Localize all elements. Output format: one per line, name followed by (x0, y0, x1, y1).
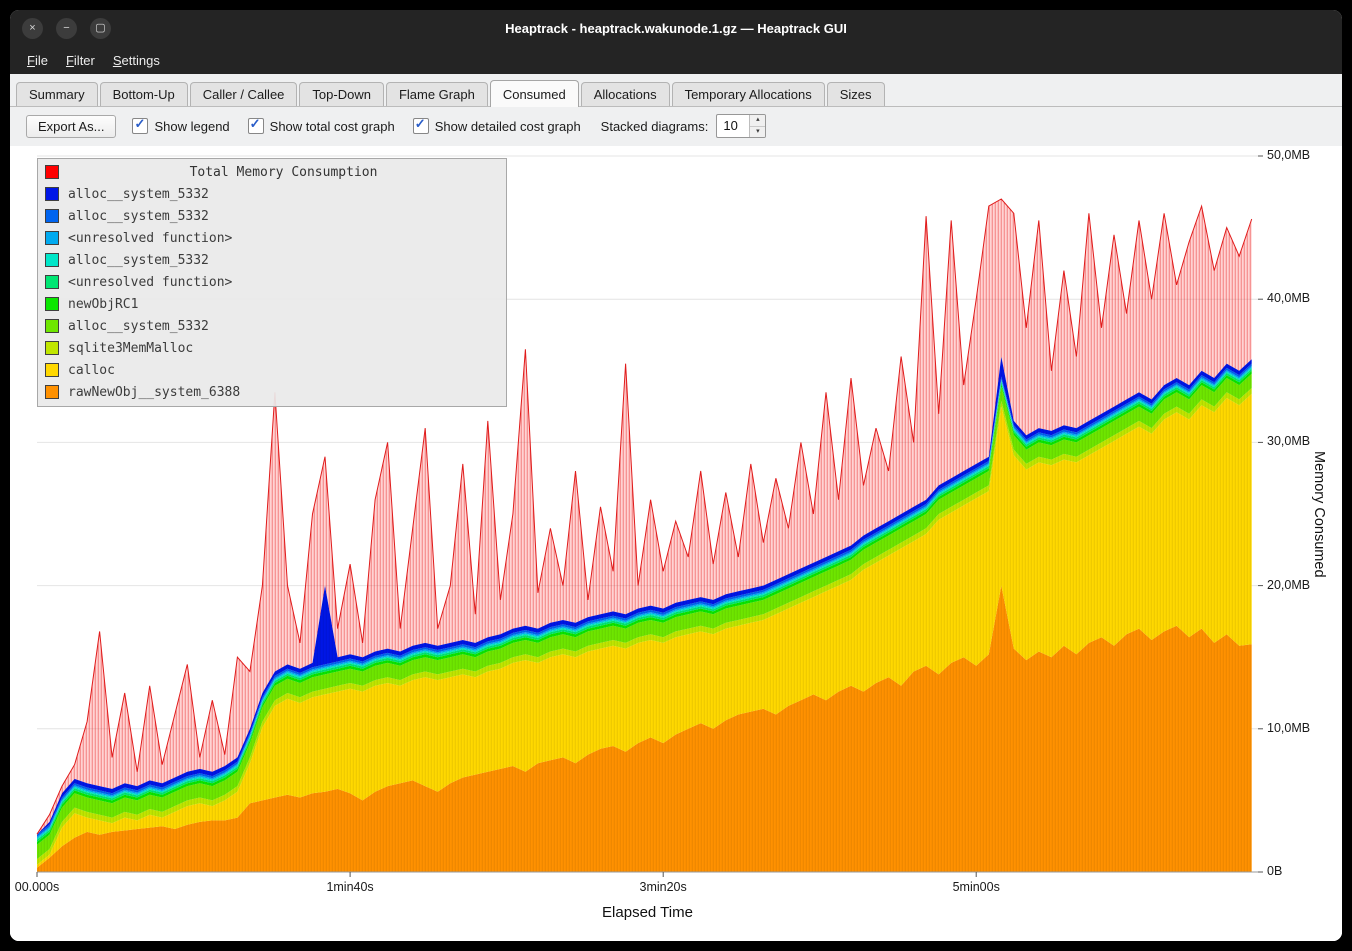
checkbox-show-detailed-cost-graph[interactable]: ✓ Show detailed cost graph (413, 118, 581, 134)
tab-consumed[interactable]: Consumed (490, 80, 579, 107)
heaptrack-window: × − ▢ Heaptrack - heaptrack.wakunode.1.g… (10, 10, 1342, 941)
checkbox-show-total-cost-graph[interactable]: ✓ Show total cost graph (248, 118, 395, 134)
toolbar: Export As... ✓ Show legend ✓ Show total cos… (10, 107, 1342, 146)
checkbox-box[interactable]: ✓ (248, 118, 264, 134)
y-axis-title: Memory Consumed (1311, 156, 1327, 872)
legend-swatch (45, 341, 59, 355)
tab-sizes[interactable]: Sizes (827, 82, 885, 106)
legend-entry: alloc__system_5332 (38, 249, 506, 271)
y-axis-tick-label: 50,0MB (1267, 148, 1310, 162)
legend-entry: <unresolved function> (38, 271, 506, 293)
legend-swatch (45, 385, 59, 399)
main-content: SummaryBottom-UpCaller / CalleeTop-DownF… (10, 74, 1342, 941)
legend-swatch (45, 253, 59, 267)
y-axis-tick-label: 40,0MB (1267, 291, 1310, 305)
chart-legend: Total Memory Consumption alloc__system_53… (37, 158, 507, 407)
check-icon: ✓ (415, 116, 426, 132)
legend-label: sqlite3MemMalloc (68, 341, 193, 356)
tab-bar: SummaryBottom-UpCaller / CalleeTop-DownF… (10, 74, 1342, 107)
window-title: Heaptrack - heaptrack.wakunode.1.gz — He… (10, 10, 1342, 47)
checkbox-label: Show detailed cost graph (435, 119, 581, 134)
menu-bar: FileFilterSettings (10, 47, 1342, 74)
legend-label: rawNewObj__system_6388 (68, 385, 240, 400)
tab-allocations[interactable]: Allocations (581, 82, 670, 106)
legend-swatch (45, 297, 59, 311)
legend-entry: rawNewObj__system_6388 (38, 381, 506, 403)
spin-down-button[interactable]: ▾ (750, 127, 765, 138)
legend-entry: alloc__system_5332 (38, 183, 506, 205)
legend-swatch (45, 231, 59, 245)
legend-label: <unresolved function> (68, 231, 232, 246)
legend-swatch (45, 363, 59, 377)
y-axis-tick-label: 0B (1267, 864, 1282, 878)
legend-swatch (45, 319, 59, 333)
legend-swatch (45, 187, 59, 201)
check-icon: ✓ (134, 116, 145, 132)
legend-entry: newObjRC1 (38, 293, 506, 315)
legend-entry: alloc__system_5332 (38, 315, 506, 337)
checkbox-group: ✓ Show legend ✓ Show total cost graph ✓ Show … (132, 118, 580, 134)
spin-buttons: ▴ ▾ (749, 115, 765, 137)
legend-label: alloc__system_5332 (68, 319, 209, 334)
menu-settings[interactable]: Settings (104, 49, 169, 72)
checkbox-box[interactable]: ✓ (413, 118, 429, 134)
tab-temporary-allocations[interactable]: Temporary Allocations (672, 82, 825, 106)
x-axis-tick-label: 00.000s (10, 880, 82, 894)
legend-label: Total Memory Consumption (68, 165, 499, 180)
tab-summary[interactable]: Summary (16, 82, 98, 106)
legend-swatch (45, 209, 59, 223)
legend-label: alloc__system_5332 (68, 253, 209, 268)
checkbox-label: Show total cost graph (270, 119, 395, 134)
titlebar[interactable]: × − ▢ Heaptrack - heaptrack.wakunode.1.g… (10, 10, 1342, 47)
legend-label: calloc (68, 363, 115, 378)
legend-label: newObjRC1 (68, 297, 138, 312)
checkbox-label: Show legend (154, 119, 229, 134)
legend-label: alloc__system_5332 (68, 209, 209, 224)
check-icon: ✓ (250, 116, 261, 132)
x-axis-title: Elapsed Time (37, 904, 1258, 921)
menu-filter[interactable]: Filter (57, 49, 104, 72)
x-axis-tick-label: 3min20s (618, 880, 708, 894)
y-axis-tick-label: 30,0MB (1267, 434, 1310, 448)
stacked-diagrams-spinbox[interactable]: 10 ▴ ▾ (716, 114, 766, 138)
legend-label: alloc__system_5332 (68, 187, 209, 202)
tab-bottom-up[interactable]: Bottom-Up (100, 82, 188, 106)
desktop-background: × − ▢ Heaptrack - heaptrack.wakunode.1.g… (0, 0, 1352, 951)
legend-swatch (45, 275, 59, 289)
legend-entry: calloc (38, 359, 506, 381)
y-axis-tick-label: 10,0MB (1267, 721, 1310, 735)
x-axis-tick-label: 1min40s (305, 880, 395, 894)
x-axis-tick-label: 5min00s (931, 880, 1021, 894)
tab-top-down[interactable]: Top-Down (299, 82, 384, 106)
tab-flame-graph[interactable]: Flame Graph (386, 82, 488, 106)
spin-up-button[interactable]: ▴ (750, 115, 765, 127)
legend-entry: alloc__system_5332 (38, 205, 506, 227)
tab-caller-callee[interactable]: Caller / Callee (190, 82, 298, 106)
stacked-diagrams-value: 10 (717, 115, 749, 137)
checkbox-box[interactable]: ✓ (132, 118, 148, 134)
legend-entry: sqlite3MemMalloc (38, 337, 506, 359)
stacked-diagrams-label: Stacked diagrams: (601, 119, 709, 134)
y-axis-tick-label: 20,0MB (1267, 578, 1310, 592)
legend-label: <unresolved function> (68, 275, 232, 290)
export-as-button[interactable]: Export As... (26, 115, 116, 138)
checkbox-show-legend[interactable]: ✓ Show legend (132, 118, 229, 134)
legend-entry: Total Memory Consumption (38, 161, 506, 183)
menu-file[interactable]: File (18, 49, 57, 72)
legend-swatch (45, 165, 59, 179)
legend-entry: <unresolved function> (38, 227, 506, 249)
memory-consumption-chart[interactable]: Total Memory Consumption alloc__system_53… (10, 146, 1342, 941)
